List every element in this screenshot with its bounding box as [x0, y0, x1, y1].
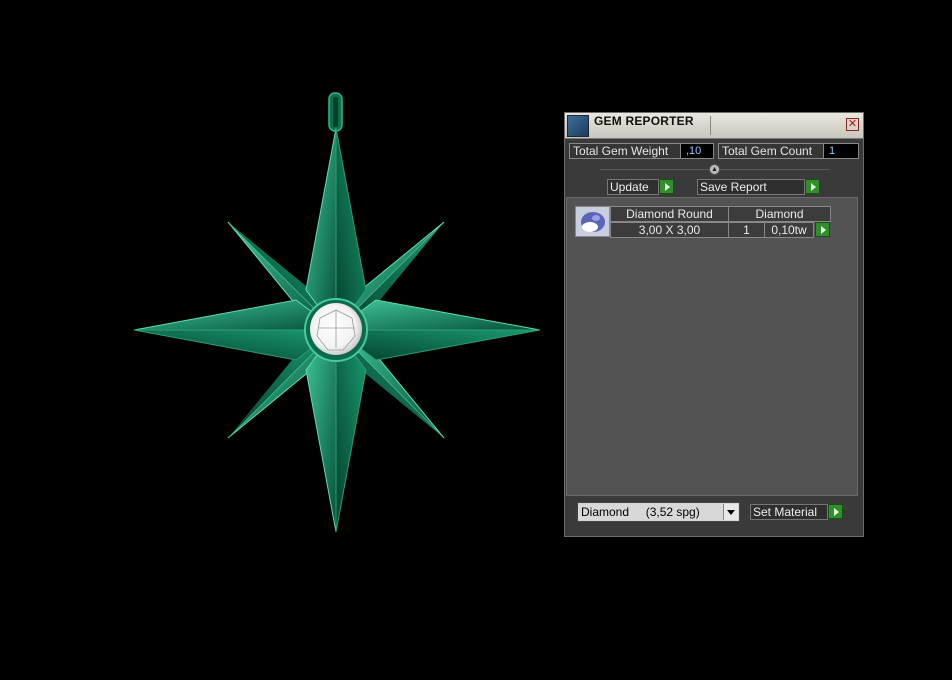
- 3d-viewport[interactable]: [0, 0, 560, 675]
- center-gem: [304, 298, 368, 362]
- gem-row-go-icon[interactable]: [815, 222, 830, 237]
- material-select[interactable]: Diamond (3,52 spg): [577, 502, 740, 522]
- set-material-go-icon[interactable]: [828, 504, 843, 519]
- gem-list[interactable]: Diamond Round Diamond 3,00 X 3,00 1 0,10…: [566, 197, 858, 496]
- gem-size-cell: 3,00 X 3,00: [610, 222, 729, 238]
- title-bar[interactable]: GEM REPORTER ✕: [565, 113, 863, 139]
- gem-thumbnail-icon: [575, 206, 610, 237]
- gem-material-cell: Diamond: [728, 206, 831, 222]
- gem-weight-cell: 0,10tw: [764, 222, 814, 238]
- total-gem-weight-label: Total Gem Weight: [569, 143, 681, 159]
- update-go-icon[interactable]: [659, 179, 674, 194]
- gem-shape-cell: Diamond Round: [610, 206, 729, 222]
- dropdown-arrow-icon[interactable]: [723, 504, 738, 520]
- save-report-go-icon[interactable]: [805, 179, 820, 194]
- material-select-value: Diamond (3,52 spg): [581, 505, 700, 519]
- gem-reporter-app-icon: [567, 115, 589, 137]
- bail: [328, 92, 343, 132]
- star-pendant-render: [133, 92, 541, 533]
- gem-reporter-panel: GEM REPORTER ✕ Total Gem Weight ,10 Tota…: [564, 112, 864, 537]
- panel-title: GEM REPORTER: [594, 114, 694, 128]
- title-separator: [710, 116, 711, 135]
- set-material-button[interactable]: Set Material: [750, 504, 828, 520]
- collapse-toggle-icon[interactable]: ▲: [709, 164, 720, 175]
- close-icon[interactable]: ✕: [846, 118, 859, 131]
- save-report-button[interactable]: Save Report: [697, 179, 805, 195]
- update-button[interactable]: Update: [607, 179, 659, 195]
- total-gem-count-value: 1: [823, 143, 859, 159]
- total-gem-count-label: Total Gem Count: [718, 143, 824, 159]
- gem-count-cell: 1: [728, 222, 765, 238]
- total-gem-weight-value: ,10: [680, 143, 714, 159]
